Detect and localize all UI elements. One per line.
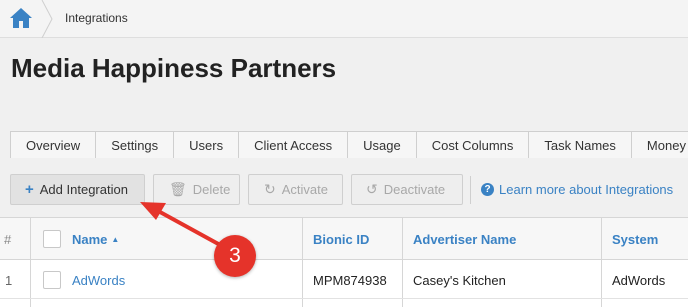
column-header-advertiser-name[interactable]: Advertiser Name bbox=[413, 218, 516, 260]
tab-usage[interactable]: Usage bbox=[348, 131, 417, 158]
toolbar: + Add Integration 🗑 Delete ↻ Activate ↺ … bbox=[0, 174, 688, 206]
delete-label: Delete bbox=[192, 182, 231, 197]
select-all-checkbox[interactable] bbox=[43, 230, 61, 248]
toolbar-divider bbox=[470, 176, 471, 204]
column-header-index: # bbox=[4, 231, 12, 247]
tab-bar: Overview Settings Users Client Access Us… bbox=[10, 131, 688, 158]
row-system: AdWords bbox=[612, 272, 666, 288]
column-header-system[interactable]: System bbox=[612, 218, 658, 260]
activate-label: Activate bbox=[281, 182, 328, 197]
column-header-name[interactable]: Name ▲ bbox=[72, 218, 119, 260]
trash-icon: 🗑 bbox=[169, 181, 187, 197]
add-integration-label: Add Integration bbox=[39, 182, 128, 197]
add-integration-button[interactable]: + Add Integration bbox=[10, 174, 145, 205]
tab-settings[interactable]: Settings bbox=[96, 131, 175, 158]
home-icon bbox=[10, 8, 32, 28]
undo-icon: ↺ bbox=[366, 181, 378, 197]
breadcrumb-separator bbox=[41, 0, 53, 38]
tab-task-names[interactable]: Task Names bbox=[529, 131, 632, 158]
plus-icon: + bbox=[25, 181, 34, 198]
tab-overview[interactable]: Overview bbox=[10, 131, 97, 158]
delete-button[interactable]: 🗑 Delete bbox=[153, 174, 240, 205]
tab-money-columns[interactable]: Money C bbox=[631, 131, 688, 158]
row-bionic-id: MPM874938 bbox=[313, 272, 387, 288]
learn-more-label: Learn more about Integrations bbox=[499, 182, 674, 197]
integrations-table: # Name ▲ Bionic ID Advertiser Name Syste… bbox=[0, 217, 688, 307]
table-row[interactable]: 1 AdWords MPM874938 Casey's Kitchen AdWo… bbox=[0, 261, 688, 299]
learn-more-link[interactable]: ? Learn more about Integrations bbox=[481, 182, 673, 197]
page-title: Media Happiness Partners bbox=[11, 53, 337, 83]
deactivate-label: Deactivate bbox=[383, 182, 446, 197]
row-checkbox[interactable] bbox=[43, 271, 61, 289]
breadcrumb-current: Integrations bbox=[65, 11, 128, 25]
activate-button[interactable]: ↻ Activate bbox=[248, 174, 343, 205]
tab-users[interactable]: Users bbox=[174, 131, 240, 158]
tab-client-access[interactable]: Client Access bbox=[239, 131, 349, 158]
row-index: 1 bbox=[5, 272, 13, 288]
refresh-icon: ↻ bbox=[264, 181, 276, 197]
column-header-bionic-id[interactable]: Bionic ID bbox=[313, 218, 369, 260]
sort-ascending-icon: ▲ bbox=[111, 234, 120, 244]
tab-cost-columns[interactable]: Cost Columns bbox=[416, 131, 530, 158]
table-header: # Name ▲ Bionic ID Advertiser Name Syste… bbox=[0, 218, 688, 260]
breadcrumb: Integrations bbox=[0, 0, 688, 38]
home-button[interactable] bbox=[0, 0, 44, 38]
column-header-name-label: Name bbox=[72, 231, 108, 247]
step-number-badge: 3 bbox=[214, 235, 256, 277]
row-name-link[interactable]: AdWords bbox=[72, 261, 125, 299]
row-advertiser-name: Casey's Kitchen bbox=[413, 272, 506, 288]
deactivate-button[interactable]: ↺ Deactivate bbox=[351, 174, 463, 205]
help-icon: ? bbox=[481, 183, 494, 196]
